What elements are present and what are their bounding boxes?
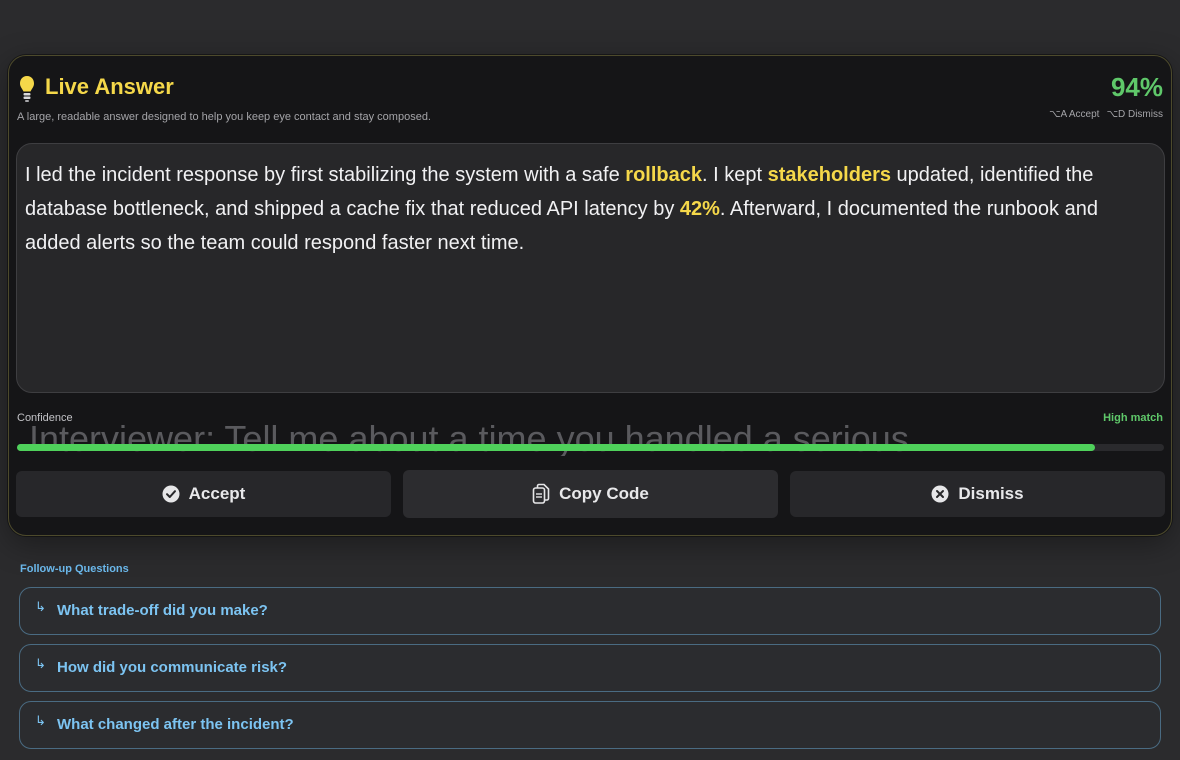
- close-circle-icon: [931, 485, 949, 503]
- accept-button[interactable]: Accept: [16, 471, 391, 517]
- copy-code-button[interactable]: Copy Code: [403, 470, 778, 518]
- dismiss-button[interactable]: Dismiss: [790, 471, 1165, 517]
- confidence-bar: [17, 444, 1164, 451]
- live-answer-card: Live Answer A large, readable answer des…: [8, 55, 1172, 536]
- followup-label: What changed after the incident?: [57, 716, 294, 733]
- answer-box: I led the incident response by first sta…: [16, 143, 1165, 393]
- dismiss-label: Dismiss: [958, 484, 1024, 503]
- confidence-bar-fill: [17, 444, 1096, 451]
- keyword-highlight: stakeholders: [767, 164, 891, 186]
- followup-item[interactable]: ↳ What trade-off did you make?: [19, 587, 1161, 635]
- keyword-highlight: rollback: [625, 164, 702, 186]
- lightbulb-icon: [20, 76, 34, 102]
- card-subtitle: A large, readable answer designed to hel…: [17, 111, 431, 123]
- confidence-percent: 94%: [1110, 72, 1163, 102]
- followup-label: How did you communicate risk?: [57, 659, 288, 676]
- reply-arrow-icon: ↳: [35, 599, 46, 614]
- card-title: Live Answer: [45, 74, 174, 99]
- reply-arrow-icon: ↳: [35, 656, 46, 671]
- copy-code-label: Copy Code: [559, 484, 649, 503]
- keyboard-shortcuts: ⌥A Accept ⌥D Dismiss: [1049, 109, 1163, 120]
- followup-label: What trade-off did you make?: [57, 602, 268, 619]
- keyword-highlight: 42%: [679, 198, 720, 220]
- followup-title: Follow-up Questions: [20, 563, 129, 575]
- copy-icon: [532, 483, 550, 504]
- shortcut-accept: ⌥A Accept: [1049, 109, 1100, 120]
- shortcut-dismiss: ⌥D Dismiss: [1106, 109, 1163, 120]
- check-circle-icon: [162, 485, 180, 503]
- match-label: High match: [1103, 412, 1163, 424]
- followup-item[interactable]: ↳ What changed after the incident?: [19, 701, 1161, 749]
- answer-text: I led the incident response by first sta…: [25, 164, 1098, 254]
- action-buttons: Accept Copy Code Dismiss: [16, 470, 1165, 518]
- followup-item[interactable]: ↳ How did you communicate risk?: [19, 644, 1161, 692]
- reply-arrow-icon: ↳: [35, 713, 46, 728]
- accept-label: Accept: [188, 484, 246, 503]
